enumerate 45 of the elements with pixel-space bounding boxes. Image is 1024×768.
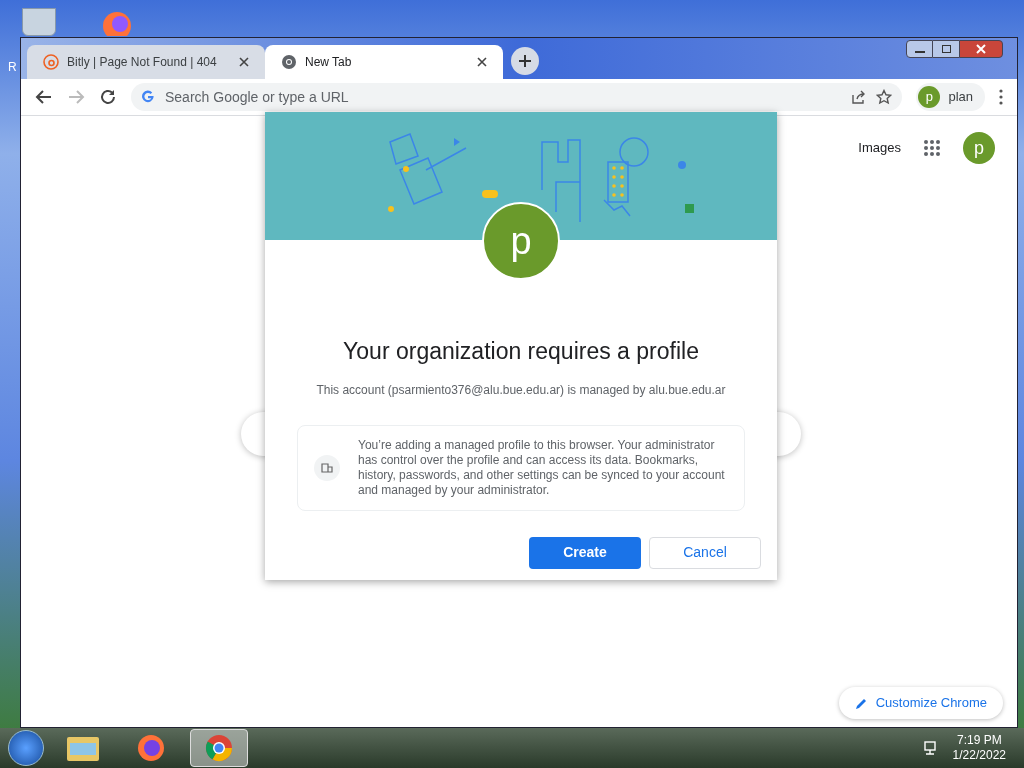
logo-icon bbox=[43, 54, 59, 70]
browser-tab[interactable]: New Tab bbox=[265, 45, 503, 79]
browser-tab[interactable]: Bitly | Page Not Found | 404 bbox=[27, 45, 265, 79]
notice-text: You’re adding a managed profile to this browser. Your administrator has control over the profile and can access its data. Bookmarks, history, passwords, and other settings can be synced to your account and managed by your administrator. bbox=[358, 437, 726, 498]
folder-icon bbox=[66, 734, 100, 762]
search-input[interactable]: Search Google or type a URL bbox=[165, 86, 841, 108]
close-icon bbox=[976, 44, 986, 54]
new-tab-icon[interactable] bbox=[511, 46, 539, 75]
google-logo-icon bbox=[141, 90, 155, 104]
network-icon[interactable] bbox=[922, 740, 939, 756]
clock[interactable]: 7:19 PM 1/22/2022 bbox=[952, 733, 1006, 763]
back-arrow-icon[interactable] bbox=[35, 88, 53, 106]
dialog-title: Your organization requires a profile bbox=[342, 337, 700, 366]
maximize-button[interactable] bbox=[933, 40, 959, 58]
taskbar-button[interactable] bbox=[190, 729, 248, 767]
profile-chip[interactable]: p plan bbox=[916, 83, 985, 111]
avatar: p bbox=[482, 202, 560, 280]
tab-title: Bitly | Page Not Found | 404 bbox=[67, 54, 218, 71]
dialog-subtitle: This account (psarmiento376@alu.bue.edu.ar) is managed by alu.bue.edu.ar bbox=[315, 381, 727, 399]
tab-title: New Tab bbox=[305, 54, 353, 71]
fox-globe-icon bbox=[136, 733, 166, 763]
create-button[interactable]: Create bbox=[529, 536, 641, 569]
apps-grid-icon[interactable] bbox=[923, 139, 941, 157]
close-icon[interactable] bbox=[239, 57, 249, 67]
clock-time: 7:19 PM bbox=[956, 733, 1002, 748]
customize-button[interactable]: Customize Chrome bbox=[838, 687, 1003, 719]
building-icon bbox=[314, 454, 340, 481]
pencil-icon bbox=[854, 696, 868, 710]
share-icon[interactable] bbox=[850, 89, 867, 105]
cancel-button[interactable]: Cancel bbox=[649, 536, 761, 569]
browser-logo-icon bbox=[204, 733, 234, 763]
star-icon[interactable] bbox=[876, 89, 893, 105]
browser-logo-icon bbox=[281, 54, 297, 70]
avatar: p bbox=[918, 86, 941, 108]
close-button[interactable] bbox=[959, 40, 1003, 58]
profile-name: plan bbox=[948, 88, 973, 107]
clock-date: 1/22/2022 bbox=[952, 748, 1006, 763]
start-button[interactable] bbox=[8, 730, 44, 766]
address-bar[interactable]: Search Google or type a URL bbox=[131, 83, 903, 111]
desktop-icon-label: R bbox=[8, 59, 17, 76]
close-icon[interactable] bbox=[477, 57, 487, 67]
images-link[interactable]: Images bbox=[858, 138, 901, 158]
minimize-button[interactable] bbox=[906, 40, 933, 58]
reload-icon[interactable] bbox=[99, 88, 117, 106]
menu-icon[interactable] bbox=[999, 89, 1003, 105]
